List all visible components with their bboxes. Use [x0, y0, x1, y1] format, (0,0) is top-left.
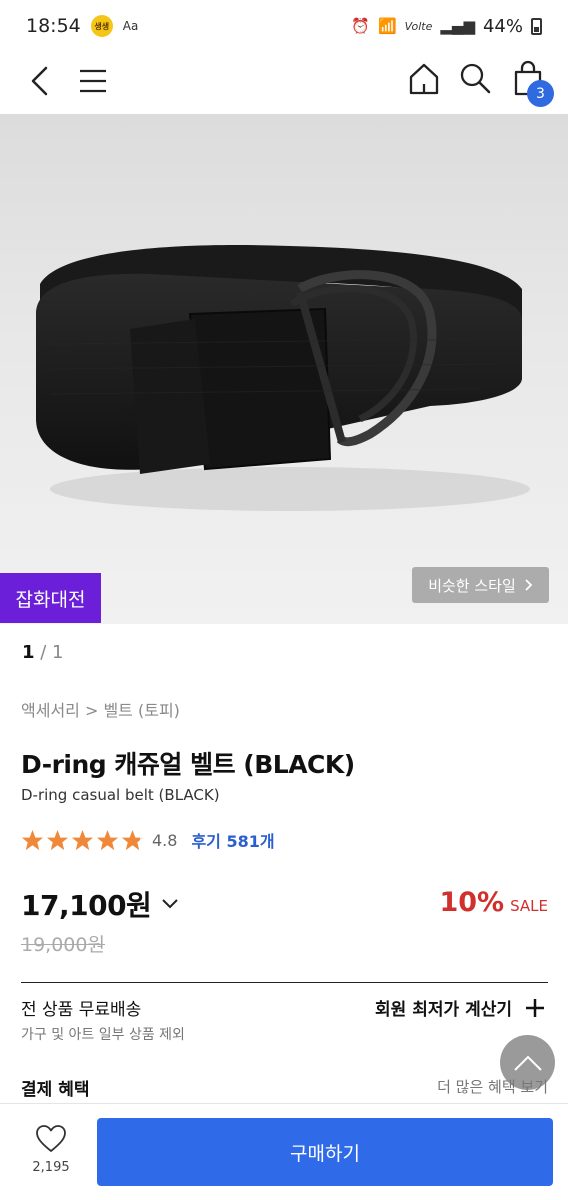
signal-icon: ▂▄▆: [440, 17, 475, 35]
star-rating: [21, 829, 144, 852]
shipping-note: 가구 및 아트 일부 상품 제외: [21, 1027, 185, 1043]
scroll-to-top-button[interactable]: [500, 1035, 555, 1090]
payment-benefits-title: 결제 혜택: [21, 1080, 90, 1100]
product-title: D-ring 캐쥬얼 벨트 (BLACK): [21, 750, 355, 779]
rating-row: 4.8 후기 581개: [21, 826, 275, 854]
belt-image: [36, 244, 530, 511]
status-right: ⏰ 📶 Volte ▂▄▆ 44%: [351, 16, 542, 37]
discount-badge: 10% SALE: [439, 887, 548, 918]
shipping-title: 전 상품 무료배송: [21, 1000, 142, 1020]
battery-percent: 44%: [482, 15, 523, 37]
notification-emoji-icon: 생생: [90, 15, 113, 37]
star-icon: [71, 829, 94, 850]
breadcrumb[interactable]: 액세서리 > 벨트 (토피): [21, 697, 180, 721]
bottom-action-bar: 2,195 구매하기: [0, 1103, 568, 1200]
star-icon: [96, 829, 119, 850]
original-price: 19,000원: [21, 934, 105, 956]
cart-count-badge[interactable]: 3: [527, 80, 554, 107]
like-count: 2,195: [32, 1160, 70, 1175]
pager-total: / 1: [40, 642, 64, 663]
price-row[interactable]: 17,100원: [21, 884, 179, 924]
buy-button[interactable]: 구매하기: [97, 1118, 553, 1186]
pager-current: 1: [22, 642, 35, 663]
rating-score: 4.8: [152, 830, 178, 850]
like-button[interactable]: 2,195: [22, 1124, 80, 1184]
status-time: 18:54: [26, 15, 81, 37]
search-icon[interactable]: [459, 62, 491, 94]
heart-icon: [36, 1125, 66, 1152]
chevron-right-icon: [525, 579, 533, 591]
product-subtitle: D-ring casual belt (BLACK): [21, 786, 220, 804]
image-pager: 1 / 1: [22, 642, 64, 663]
plus-icon[interactable]: [524, 997, 546, 1019]
chevron-down-icon[interactable]: [161, 898, 179, 910]
font-notification-icon: Aa: [122, 19, 139, 33]
star-icon: [46, 829, 69, 850]
volte-icon: Volte: [404, 19, 433, 33]
sale-price: 17,100원: [21, 889, 152, 922]
section-divider: [21, 982, 548, 983]
back-arrow-icon[interactable]: [26, 64, 56, 98]
status-left: 18:54 생생 Aa: [26, 15, 138, 37]
status-bar: 18:54 생생 Aa ⏰ 📶 Volte ▂▄▆ 44%: [0, 0, 568, 52]
alarm-icon: ⏰: [351, 17, 370, 35]
product-image[interactable]: [0, 114, 568, 624]
chevron-up-icon: [513, 1055, 542, 1071]
review-count-link[interactable]: 후기 581개: [191, 828, 274, 852]
star-icon: [21, 829, 44, 850]
wifi-icon: 📶: [377, 17, 397, 35]
star-half-icon: [121, 829, 144, 850]
member-price-calculator[interactable]: 회원 최저가 계산기: [375, 995, 512, 1020]
sale-label: SALE: [510, 897, 548, 915]
top-navigation: [0, 52, 568, 110]
home-icon[interactable]: [408, 62, 440, 96]
similar-style-label: 비슷한 스타일: [428, 576, 516, 595]
discount-percent: 10%: [439, 887, 505, 918]
menu-icon[interactable]: [78, 66, 108, 96]
promo-tag[interactable]: 잡화대전: [0, 573, 101, 623]
similar-style-button[interactable]: 비슷한 스타일: [412, 567, 549, 603]
battery-icon: [531, 17, 542, 35]
